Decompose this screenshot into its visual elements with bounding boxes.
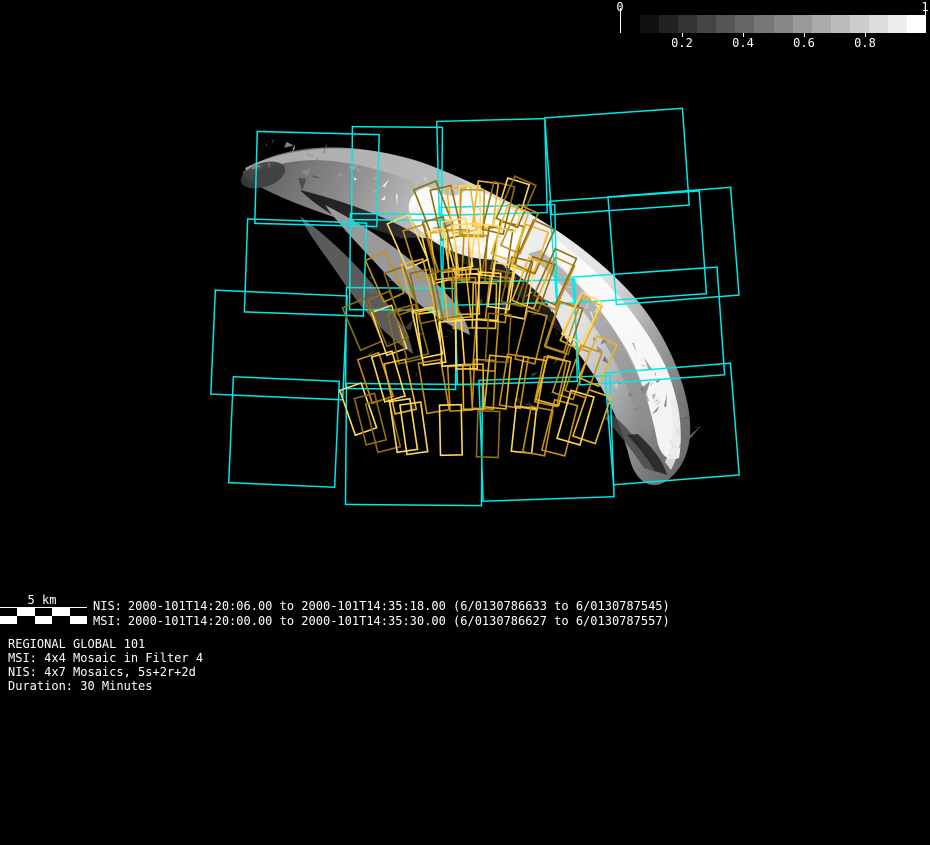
colorbar-tick-label: 0.8 [854,36,876,50]
colorbar-step [716,15,736,33]
colorbar-step [697,15,717,33]
colorbar-step [906,15,926,33]
nis-mosaic-description: NIS: 4x7 Mosaics, 5s+2r+2d [8,665,196,679]
msi-observation-line: MSI: 2000-101T14:20:00.00 to 2000-101T14:… [93,614,670,629]
nis-observation-label: NIS: [93,599,122,613]
scale-bar-cell [0,608,18,616]
colorbar-step [868,15,888,33]
scale-bar-cell [52,608,70,616]
colorbar-max-label: 1 [921,0,929,14]
colorbar-legend: 0 1 0.2 0.4 0.6 0.8 [612,0,930,52]
nis-observation-line: NIS: 2000-101T14:20:06.00 to 2000-101T14:… [93,599,670,614]
msi-observation-label: MSI: [93,614,122,628]
scale-bar: 5 km [0,594,90,626]
mission-plan-visualization [0,0,930,845]
scale-bar-cell [34,608,53,616]
scale-bar-cell [17,616,35,624]
sequence-title: REGIONAL GLOBAL 101 [8,637,146,651]
colorbar-step [792,15,812,33]
colorbar-step [754,15,774,33]
nis-observation-range: 2000-101T14:20:06.00 to 2000-101T14:35:1… [127,599,670,613]
colorbar-step [849,15,869,33]
scene-background [0,0,930,845]
scale-bar-cell [0,616,18,624]
sequence-caption: REGIONAL GLOBAL 101 MSI: 4x4 Mosaic in F… [8,637,203,693]
colorbar-step [659,15,679,33]
scale-bar-checker [0,608,87,624]
colorbar-step [811,15,831,33]
scale-bar-label: 5 km [27,593,57,607]
duration-description: Duration: 30 Minutes [8,679,153,693]
msi-observation-range: 2000-101T14:20:00.00 to 2000-101T14:35:3… [127,614,670,628]
mission-plan-screen: { "colorbar": { "min_label": "0", "max_l… [0,0,930,845]
colorbar-step [773,15,793,33]
scale-bar-cell [34,616,53,624]
colorbar-step [621,15,641,33]
scale-bar-cell [69,616,87,624]
scale-bar-cell [17,608,35,616]
scale-bar-cell [69,608,87,616]
colorbar-tick-label: 0.2 [671,36,693,50]
scale-bar-cell [52,616,70,624]
colorbar-step [735,15,755,33]
colorbar-step [830,15,850,33]
colorbar-tick-label: 0.6 [793,36,815,50]
colorbar-tick-label: 0.4 [732,36,754,50]
colorbar-step [678,15,698,33]
colorbar-step [640,15,660,33]
observation-times: NIS: 2000-101T14:20:06.00 to 2000-101T14:… [93,599,670,629]
colorbar-step [887,15,907,33]
colorbar-gradient [621,15,926,33]
msi-mosaic-description: MSI: 4x4 Mosaic in Filter 4 [8,651,204,665]
